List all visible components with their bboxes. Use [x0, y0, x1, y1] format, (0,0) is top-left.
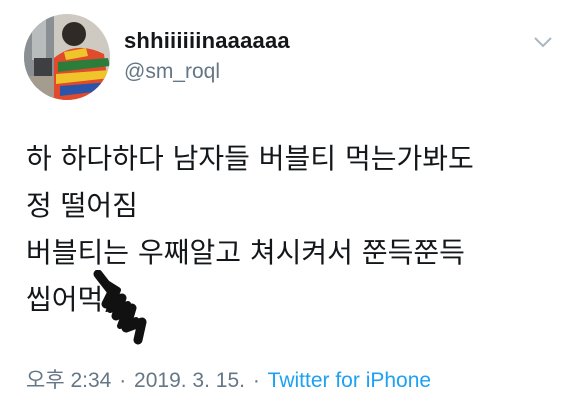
- avatar[interactable]: [24, 14, 110, 100]
- tweet-text-line: 하 하다하다 남자들 버블티 먹는가봐도: [26, 142, 474, 175]
- tweet-text: 하 하다하다 남자들 버블티 먹는가봐도 정 떨어짐 버블티는 우째알고 쳐시켜…: [26, 135, 556, 323]
- tweet-date[interactable]: 2019. 3. 15.: [134, 369, 245, 392]
- user-handle[interactable]: @sm_roql: [124, 60, 220, 84]
- tweet-card: shhiiiiiinaaaaaa @sm_roql 하 하다하다 남자들 버블티…: [0, 0, 576, 414]
- tweet-text-line: 씹어먹;;: [26, 283, 123, 316]
- tweet-text-line: 버블티는 우째알고 쳐시켜서 쭌득쭌득: [26, 236, 465, 269]
- tweet-source-link[interactable]: Twitter for iPhone: [268, 369, 431, 392]
- tweet-meta: 오후 2:34 · 2019. 3. 15. · Twitter for iPh…: [26, 364, 431, 394]
- tweet-text-line: 정 떨어짐: [26, 189, 138, 222]
- tweet-time[interactable]: 오후 2:34: [26, 369, 111, 392]
- chevron-down-icon[interactable]: [532, 34, 554, 50]
- display-name[interactable]: shhiiiiiinaaaaaa: [124, 28, 290, 54]
- meta-separator: ·: [119, 369, 127, 392]
- avatar-photo: [24, 14, 110, 100]
- meta-separator: ·: [252, 369, 260, 392]
